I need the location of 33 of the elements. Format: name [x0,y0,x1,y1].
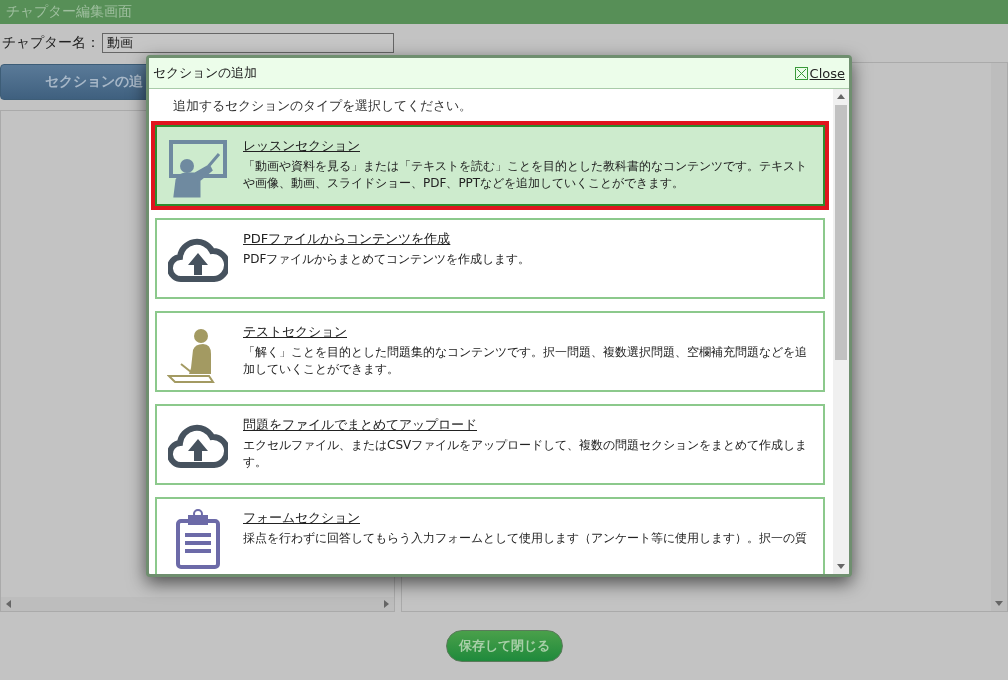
option-description: 「動画や資料を見る」または「テキストを読む」ことを目的とした教科書的なコンテンツです。テキストや画像、動画、スライドショー、PDF、PPTなどを追加していくことができます。 [243,158,808,192]
section-type-option[interactable]: 問題をファイルでまとめてアップロード エクセルファイル、またはCSVファイルをアップロードして、複数の問題セクションをまとめて作成します。 [155,404,825,485]
scroll-up-icon[interactable] [837,93,845,101]
scroll-left-icon[interactable] [5,600,13,608]
instruction-text: 追加するセクションのタイプを選択してください。 [172,97,473,115]
horizontal-scrollbar[interactable] [1,597,394,611]
option-description: 採点を行わずに回答してもらう入力フォームとして使用します（アンケート等に使用します）。択一の質 [243,530,807,547]
section-type-option[interactable]: テストセクション 「解く」ことを目的とした問題集的なコンテンツです。択一問題、複数選択問題、空欄補充問題などを追加していくことができます。 [155,311,825,392]
option-description: 「解く」ことを目的とした問題集的なコンテンツです。択一問題、複数選択問題、空欄補充問題などを追加していくことができます。 [243,344,808,378]
cloud-upload-icon [168,236,228,283]
clipboard-icon [173,508,223,569]
option-description: エクセルファイル、またはCSVファイルをアップロードして、複数の問題セクションをまとめて作成します。 [243,437,809,471]
option-description: PDFファイルからまとめてコンテンツを作成します。 [243,251,531,268]
option-title-link[interactable]: 問題をファイルでまとめてアップロード [243,416,477,434]
section-type-option[interactable]: フォームセクション 採点を行わずに回答してもらう入力フォームとして使用します（アンケート等に使用します）。択一の質 [155,497,825,574]
option-title-link[interactable]: フォームセクション [243,509,360,527]
option-title-link[interactable]: テストセクション [243,323,347,341]
scroll-down-icon[interactable] [837,562,845,570]
dialog-title: セクションの追加 [153,64,257,82]
section-type-option[interactable]: PDFファイルからコンテンツを作成 PDFファイルからまとめてコンテンツを作成します。 [155,218,825,299]
scroll-right-icon[interactable] [382,600,390,608]
option-title-link[interactable]: レッスンセクション [243,137,360,155]
chapter-name-label: チャプター名： [2,34,100,52]
option-title-link[interactable]: PDFファイルからコンテンツを作成 [243,230,451,248]
section-type-option[interactable]: レッスンセクション 「動画や資料を見る」または「テキストを読む」ことを目的とした教科書的なコンテンツです。テキストや画像、動画、スライドショー、PDF、PPTなどを追加していくことができます。 [155,125,825,206]
vertical-scrollbar[interactable] [991,63,1007,611]
close-link[interactable]: Close [794,65,845,81]
cloud-upload-icon [168,422,228,469]
close-icon [794,66,808,80]
chapter-name-field[interactable]: 動画 [102,33,394,53]
page-header: チャプター編集画面 [0,0,1008,24]
dialog-scrollbar[interactable] [833,89,849,574]
scroll-down-icon[interactable] [995,599,1003,607]
